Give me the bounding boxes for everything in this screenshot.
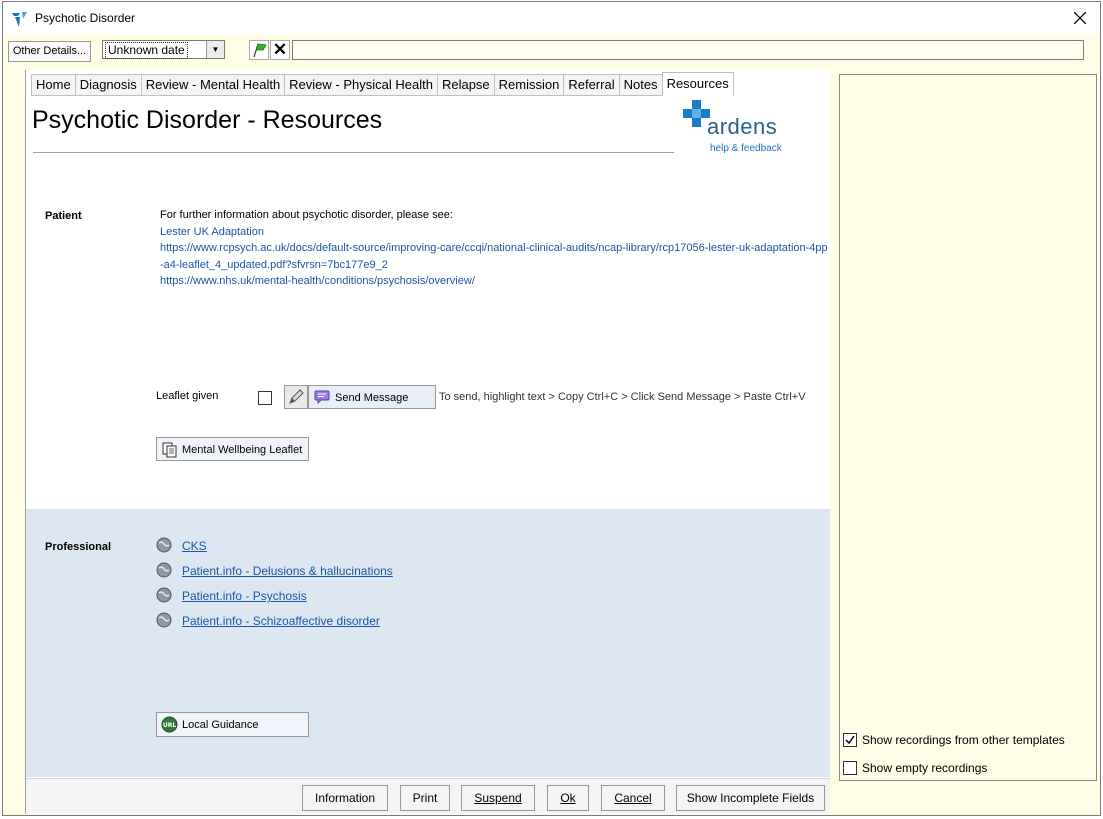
url-globe-icon: URL [161,716,178,733]
information-button[interactable]: Information [302,785,388,811]
tab-review-mental-health[interactable]: Review - Mental Health [140,74,285,96]
edit-button[interactable] [284,385,308,409]
print-button[interactable]: Print [400,785,450,811]
flag-button[interactable] [249,40,269,60]
chevron-down-icon[interactable]: ▼ [206,41,224,58]
date-dropdown-value: Unknown date [105,42,188,59]
bottom-button-bar: Information Print Suspend Ok Cancel Show… [26,778,830,814]
show-incomplete-fields-button[interactable]: Show Incomplete Fields [676,785,825,811]
tab-home[interactable]: Home [31,74,75,96]
close-window-button[interactable] [1068,6,1092,30]
show-other-templates-label: Show recordings from other templates [862,733,1065,747]
patient-info-block: For further information about psychotic … [160,207,830,290]
suspend-button[interactable]: Suspend [461,785,535,811]
main-content: Home Diagnosis Review - Mental Health Re… [25,70,830,814]
leaflet-given-row: Leaflet given Send Message To send, high… [156,384,826,410]
mental-wellbeing-leaflet-label: Mental Wellbeing Leaflet [182,444,303,456]
schizoaffective-link-text[interactable]: Patient.info - Schizoaffective disorder [182,614,380,628]
professional-section: Professional CKS Patient.info - Delusion… [26,509,830,777]
date-dropdown[interactable]: Unknown date ▼ [102,40,225,59]
show-empty-recordings-label: Show empty recordings [862,761,988,775]
clear-button[interactable]: ✕ [270,40,290,60]
cks-link-text[interactable]: CKS [182,539,207,553]
ok-button[interactable]: Ok [547,785,589,811]
tab-diagnosis[interactable]: Diagnosis [74,74,141,96]
flag-icon [253,43,267,58]
lester-uk-link[interactable]: Lester UK Adaptation [160,224,830,241]
professional-section-label: Professional [45,541,112,553]
title-bar: Psychotic Disorder [3,2,1100,34]
template-toolbar: Other Details... Unknown date ▼ ✕ [3,34,1100,66]
template-window: Psychotic Disorder Other Details... Unkn… [2,1,1101,816]
globe-icon [156,612,172,628]
tab-remission[interactable]: Remission [493,74,564,96]
page-title: Psychotic Disorder - Resources [32,106,383,134]
leaflet-given-checkbox[interactable] [258,391,272,405]
document-icon [162,442,177,458]
recordings-side-panel [839,74,1097,781]
window-title: Psychotic Disorder [35,11,136,25]
other-details-button[interactable]: Other Details... [8,41,91,62]
mental-wellbeing-leaflet-button[interactable]: Mental Wellbeing Leaflet [156,437,309,461]
app-logo-icon [12,12,27,27]
tab-bar: Home Diagnosis Review - Mental Health Re… [31,72,734,96]
tab-relapse[interactable]: Relapse [436,74,494,96]
help-feedback-link[interactable]: help & feedback [710,143,782,154]
ardens-logo[interactable]: ardens help & feedback [681,100,801,160]
patient-intro-text: For further information about psychotic … [160,209,453,221]
cancel-label: Cancel [614,791,652,805]
tab-notes[interactable]: Notes [618,74,662,96]
local-guidance-label: Local Guidance [182,719,259,731]
send-message-label: Send Message [335,392,409,404]
cancel-button[interactable]: Cancel [601,785,665,811]
globe-icon [156,587,172,603]
send-message-button[interactable]: Send Message [308,385,436,409]
tab-resources[interactable]: Resources [661,72,734,96]
cross-icon: ✕ [272,40,288,59]
nhs-psychosis-link[interactable]: https://www.nhs.uk/mental-health/conditi… [160,273,830,290]
ok-label: Ok [560,791,576,805]
leaflet-given-label: Leaflet given [156,390,219,402]
toolbar-text-input[interactable] [292,40,1084,60]
local-guidance-button[interactable]: URL Local Guidance [156,712,309,737]
show-empty-recordings-checkbox[interactable] [843,761,857,775]
svg-text:URL: URL [163,722,176,729]
globe-icon [156,537,172,553]
send-message-hint: To send, highlight text > Copy Ctrl+C > … [439,391,806,403]
tab-review-physical-health[interactable]: Review - Physical Health [284,74,437,96]
rcpsych-leaflet-link[interactable]: https://www.rcpsych.ac.uk/docs/default-s… [160,240,830,273]
title-divider [33,152,674,153]
tab-referral[interactable]: Referral [563,74,619,96]
close-icon [1073,11,1087,25]
show-other-templates-checkbox[interactable] [843,733,857,747]
patient-section-label: Patient [45,210,82,222]
suspend-label: Suspend [474,791,522,805]
pencil-icon [289,389,304,404]
message-icon [314,390,330,404]
psychosis-link-text[interactable]: Patient.info - Psychosis [182,589,307,603]
globe-icon [156,562,172,578]
checkmark-icon [845,735,855,745]
delusions-hallucinations-link-text[interactable]: Patient.info - Delusions & hallucination… [182,564,393,578]
logo-wordmark: ardens [707,114,778,139]
